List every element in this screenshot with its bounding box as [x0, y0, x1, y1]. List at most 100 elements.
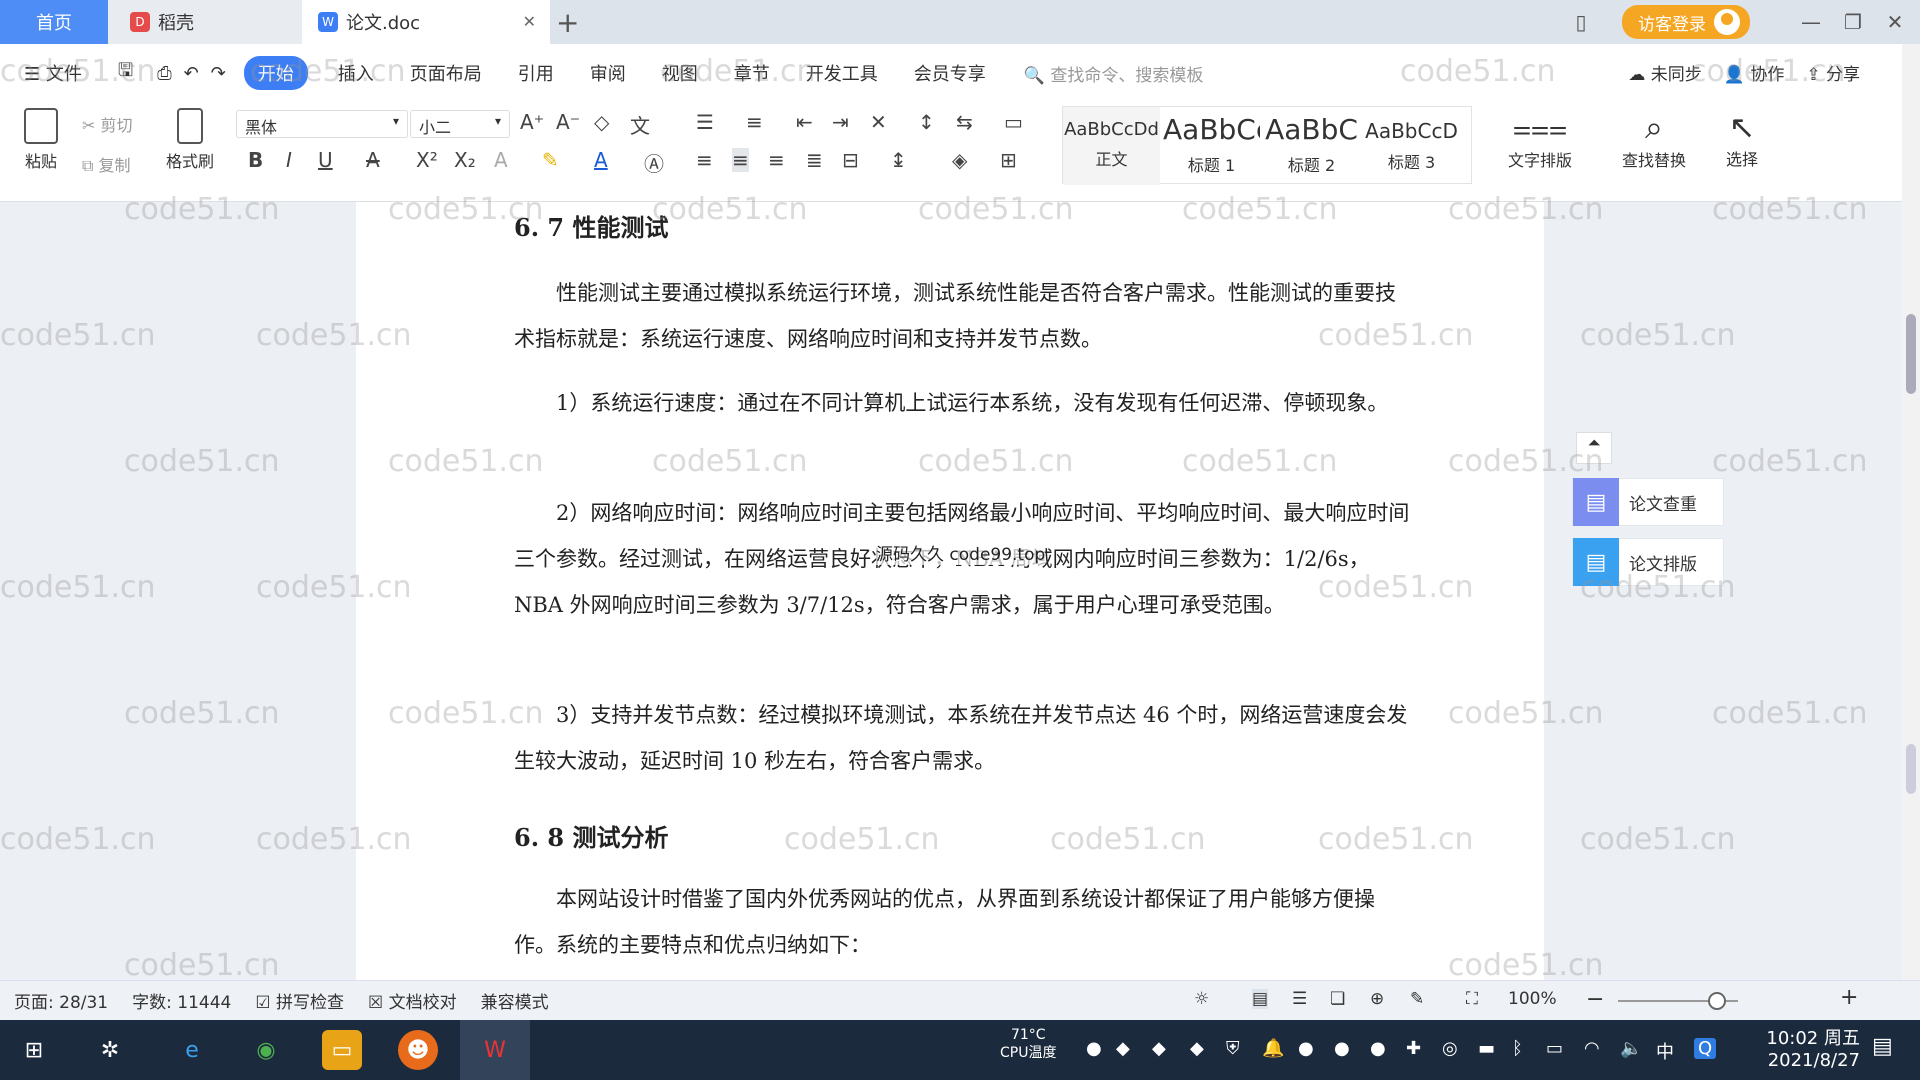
select-button[interactable]: ↖ 选择: [1712, 108, 1772, 170]
undo-icon[interactable]: ↶: [184, 63, 199, 84]
decrease-indent-icon[interactable]: ⇤: [796, 110, 813, 134]
collab-button[interactable]: 👤 协作: [1724, 60, 1785, 85]
menu-item-references[interactable]: 引用: [518, 60, 554, 86]
distributed-icon[interactable]: ⊟: [842, 148, 859, 172]
system-clock[interactable]: 10:02 周五 2021/8/27: [1766, 1028, 1860, 1072]
format-painter-button[interactable]: 格式刷: [160, 108, 220, 172]
text-effect-icon[interactable]: A: [494, 148, 508, 172]
tray-app-icon[interactable]: ●: [1298, 1038, 1314, 1059]
tray-app-icon[interactable]: ●: [1086, 1038, 1102, 1059]
zoom-in-icon[interactable]: +: [1840, 985, 1858, 1010]
align-left-icon[interactable]: ≡: [696, 148, 713, 172]
menu-item-chapter[interactable]: 章节: [734, 60, 770, 86]
close-window-icon[interactable]: ✕: [1874, 10, 1916, 34]
collapse-panel-icon[interactable]: ⏶: [1576, 432, 1612, 464]
italic-icon[interactable]: I: [286, 148, 292, 172]
underline-icon[interactable]: U: [318, 148, 333, 172]
cut-button[interactable]: ✂ 剪切: [82, 112, 133, 136]
subscript-icon[interactable]: X₂: [454, 148, 476, 172]
outline-view-icon[interactable]: ☰: [1292, 989, 1307, 1009]
new-tab-icon[interactable]: +: [556, 6, 579, 39]
borders-icon[interactable]: ⊞: [1000, 148, 1017, 172]
font-size-select[interactable]: 小二 ▾: [410, 110, 510, 138]
spell-check-button[interactable]: ☑ 拼写检查: [255, 988, 344, 1013]
tab-daoke[interactable]: D 稻壳: [108, 0, 302, 44]
strikethrough-icon[interactable]: A: [366, 148, 380, 172]
menu-item-review[interactable]: 审阅: [590, 60, 626, 86]
cpu-temp-widget[interactable]: 71°C CPU温度: [1000, 1026, 1056, 1062]
bell-icon[interactable]: 🔔: [1262, 1038, 1284, 1059]
save-icon[interactable]: 🖫: [118, 58, 133, 88]
paper-layout-button[interactable]: ▤ 论文排版: [1572, 538, 1724, 586]
page-indicator[interactable]: 页面: 28/31: [14, 988, 108, 1013]
paper-check-button[interactable]: ▤ 论文查重: [1572, 478, 1724, 526]
tray-app-icon[interactable]: ●: [1334, 1038, 1350, 1059]
web-view-icon[interactable]: ⊕: [1370, 989, 1384, 1009]
char-border-icon[interactable]: Ⓐ: [644, 148, 664, 177]
fit-page-icon[interactable]: ⛶: [1466, 989, 1478, 1009]
tray-app-icon[interactable]: ▬: [1478, 1038, 1495, 1059]
windows-start-icon[interactable]: ⊞: [14, 1030, 54, 1070]
copy-button[interactable]: ⧉ 复制: [82, 152, 131, 176]
grow-font-icon[interactable]: A⁺: [520, 110, 544, 134]
redo-icon[interactable]: ↷: [211, 63, 226, 84]
menu-item-developer[interactable]: 开发工具: [806, 60, 878, 86]
paste-button[interactable]: 粘贴: [16, 108, 66, 172]
bluetooth-icon[interactable]: ᛒ: [1512, 1038, 1523, 1059]
tray-app-icon[interactable]: ✚: [1406, 1038, 1421, 1059]
document-canvas[interactable]: 6. 7 性能测试 性能测试主要通过模拟系统运行环境，测试系统性能是否符合客户需…: [0, 202, 1902, 980]
restore-icon[interactable]: ❐: [1832, 10, 1874, 34]
file-menu[interactable]: ☰ 文件: [24, 60, 82, 86]
menu-item-home[interactable]: 开始: [243, 56, 308, 90]
notification-icon[interactable]: ▤: [1872, 1034, 1893, 1059]
align-center-icon[interactable]: ≡: [732, 148, 749, 172]
shrink-font-icon[interactable]: A⁻: [556, 110, 580, 134]
tray-app-icon[interactable]: ◎: [1442, 1038, 1458, 1059]
write-view-icon[interactable]: ✎: [1410, 989, 1424, 1009]
scrollbar-thumb[interactable]: [1906, 314, 1916, 394]
menu-item-insert[interactable]: 插入: [338, 60, 374, 86]
ime-indicator[interactable]: 中: [1656, 1038, 1674, 1064]
superscript-icon[interactable]: X²: [416, 148, 438, 172]
shield-icon[interactable]: ⛨: [1226, 1038, 1240, 1059]
layout-icon[interactable]: ▯: [1560, 10, 1602, 34]
clear-format-icon[interactable]: ◇: [594, 110, 609, 134]
tab-home[interactable]: 首页: [0, 0, 108, 44]
vertical-scrollbar[interactable]: [1902, 44, 1920, 980]
menu-item-view[interactable]: 视图: [662, 60, 698, 86]
bold-icon[interactable]: B: [248, 148, 263, 172]
tray-app-icon[interactable]: ◆: [1116, 1038, 1130, 1059]
sync-button[interactable]: ☁ 未同步: [1628, 60, 1701, 85]
ruler-icon[interactable]: ▭: [1004, 110, 1023, 134]
highlight-icon[interactable]: ✎: [542, 148, 559, 172]
line-spacing-icon[interactable]: ↨: [890, 148, 907, 172]
tray-app-icon[interactable]: ●: [1370, 1038, 1386, 1059]
justify-icon[interactable]: ≣: [806, 148, 823, 172]
zoom-slider-knob[interactable]: [1708, 992, 1726, 1010]
read-view-icon[interactable]: ❏: [1330, 989, 1345, 1009]
menu-item-page-layout[interactable]: 页面布局: [410, 60, 482, 86]
file-explorer-icon[interactable]: ▭: [322, 1030, 362, 1070]
page-view-icon[interactable]: ▤: [1252, 989, 1269, 1009]
print-icon[interactable]: ⎙: [157, 63, 171, 84]
close-tab-icon[interactable]: ✕: [523, 12, 536, 31]
chinese-layout-icon[interactable]: ✕: [870, 110, 887, 134]
browser-360-icon[interactable]: ◉: [246, 1030, 286, 1070]
wifi-icon[interactable]: ◠: [1584, 1038, 1600, 1059]
command-search[interactable]: 🔍 查找命令、搜索模板: [1024, 61, 1204, 86]
tray-app-icon[interactable]: ◆: [1190, 1038, 1204, 1059]
tray-app-icon[interactable]: ◆: [1152, 1038, 1166, 1059]
increase-indent-icon[interactable]: ⇥: [832, 110, 849, 134]
font-color-icon[interactable]: A: [594, 148, 608, 172]
ie-browser-icon[interactable]: e: [172, 1030, 212, 1070]
app-avatar-icon[interactable]: ☻: [398, 1030, 438, 1070]
proofread-button[interactable]: ☒ 文档校对: [368, 988, 457, 1013]
document-page[interactable]: 6. 7 性能测试 性能测试主要通过模拟系统运行环境，测试系统性能是否符合客户需…: [356, 202, 1544, 980]
find-replace-button[interactable]: ⌕ 查找替换: [1610, 108, 1698, 171]
battery-icon[interactable]: ▭: [1546, 1038, 1563, 1059]
shading-icon[interactable]: ◈: [952, 148, 967, 172]
menu-item-member[interactable]: 会员专享: [914, 60, 986, 86]
zoom-out-icon[interactable]: −: [1586, 987, 1604, 1012]
eye-protection-icon[interactable]: ☼: [1194, 989, 1209, 1009]
style-normal[interactable]: AaBbCcDd 正文: [1063, 107, 1160, 185]
